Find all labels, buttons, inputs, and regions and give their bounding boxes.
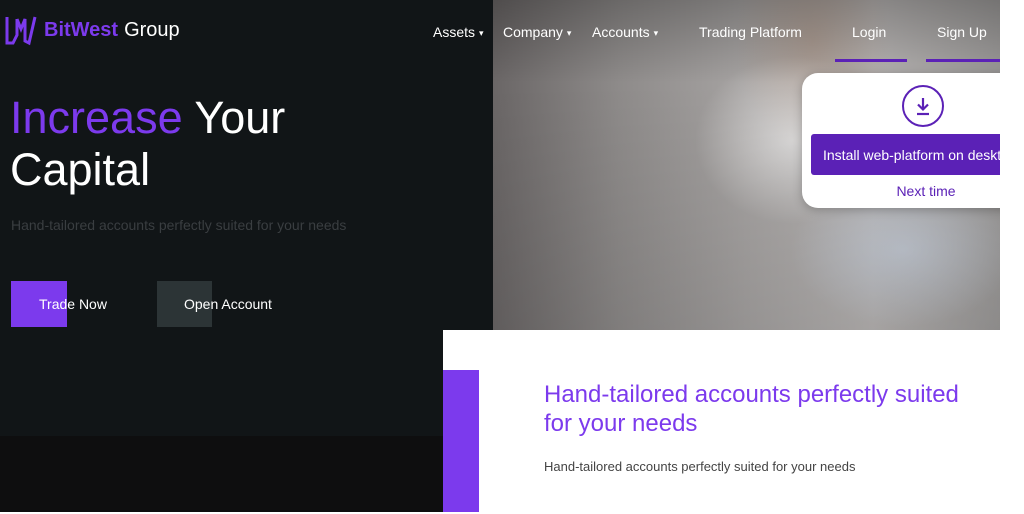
- trade-now-label: Trade Now: [39, 296, 107, 312]
- nav-trading-platform-label: Trading Platform: [699, 24, 802, 40]
- hero-title-rest: Your: [194, 92, 286, 143]
- right-gutter: [1000, 0, 1024, 514]
- chevron-down-icon: ▾: [653, 27, 659, 38]
- open-account-label: Open Account: [184, 296, 272, 312]
- nav-company-label: Company: [503, 24, 563, 40]
- section-title: Hand-tailored accounts perfectly suited …: [544, 380, 1000, 438]
- signup-label: Sign Up: [937, 24, 987, 40]
- nav-assets-label: Assets: [433, 24, 476, 40]
- install-web-platform-button[interactable]: Install web-platform on desktop: [811, 134, 1000, 175]
- logo[interactable]: BitWest Group: [4, 13, 180, 47]
- section-text: Hand-tailored accounts perfectly suited …: [544, 459, 856, 474]
- logo-brand: BitWest: [44, 18, 119, 41]
- next-time-link[interactable]: Next time: [802, 183, 1000, 199]
- trade-now-button[interactable]: Trade Now: [11, 281, 107, 327]
- nav-company[interactable]: Company ▾: [503, 24, 571, 40]
- accent-bar: [443, 370, 479, 512]
- page: BitWest Group Assets ▾ Company ▾ Account…: [0, 0, 1000, 512]
- bw-logo-icon: [5, 16, 37, 46]
- nav-trading-platform[interactable]: Trading Platform: [699, 24, 802, 40]
- signup-underline: [926, 59, 1000, 62]
- login-link[interactable]: Login: [852, 24, 886, 40]
- signup-link[interactable]: Sign Up: [937, 24, 987, 40]
- dark-footer-band: [0, 436, 443, 512]
- section-title-line2: for your needs: [544, 410, 698, 437]
- chevron-down-icon: ▾: [479, 27, 484, 38]
- section-title-line1: Hand-tailored accounts perfectly suited: [544, 381, 959, 408]
- logo-group: Group: [124, 18, 180, 41]
- nav-assets[interactable]: Assets ▾: [433, 24, 484, 40]
- login-underline: [835, 59, 907, 62]
- hero-title-accent: Increase: [10, 92, 183, 143]
- open-account-button[interactable]: Open Account: [157, 281, 272, 327]
- hero-title: Increase Your Capital: [10, 92, 285, 196]
- hero-subtitle: Hand-tailored accounts perfectly suited …: [11, 217, 347, 233]
- accounts-section: Hand-tailored accounts perfectly suited …: [443, 330, 1000, 512]
- download-icon: [902, 85, 944, 127]
- chevron-down-icon: ▾: [566, 27, 572, 38]
- hero-title-line2: Capital: [10, 144, 151, 195]
- login-label: Login: [852, 24, 887, 40]
- install-popup: Install web-platform on desktop Next tim…: [802, 73, 1000, 208]
- nav-accounts[interactable]: Accounts ▾: [592, 24, 658, 40]
- nav-accounts-label: Accounts: [592, 24, 650, 40]
